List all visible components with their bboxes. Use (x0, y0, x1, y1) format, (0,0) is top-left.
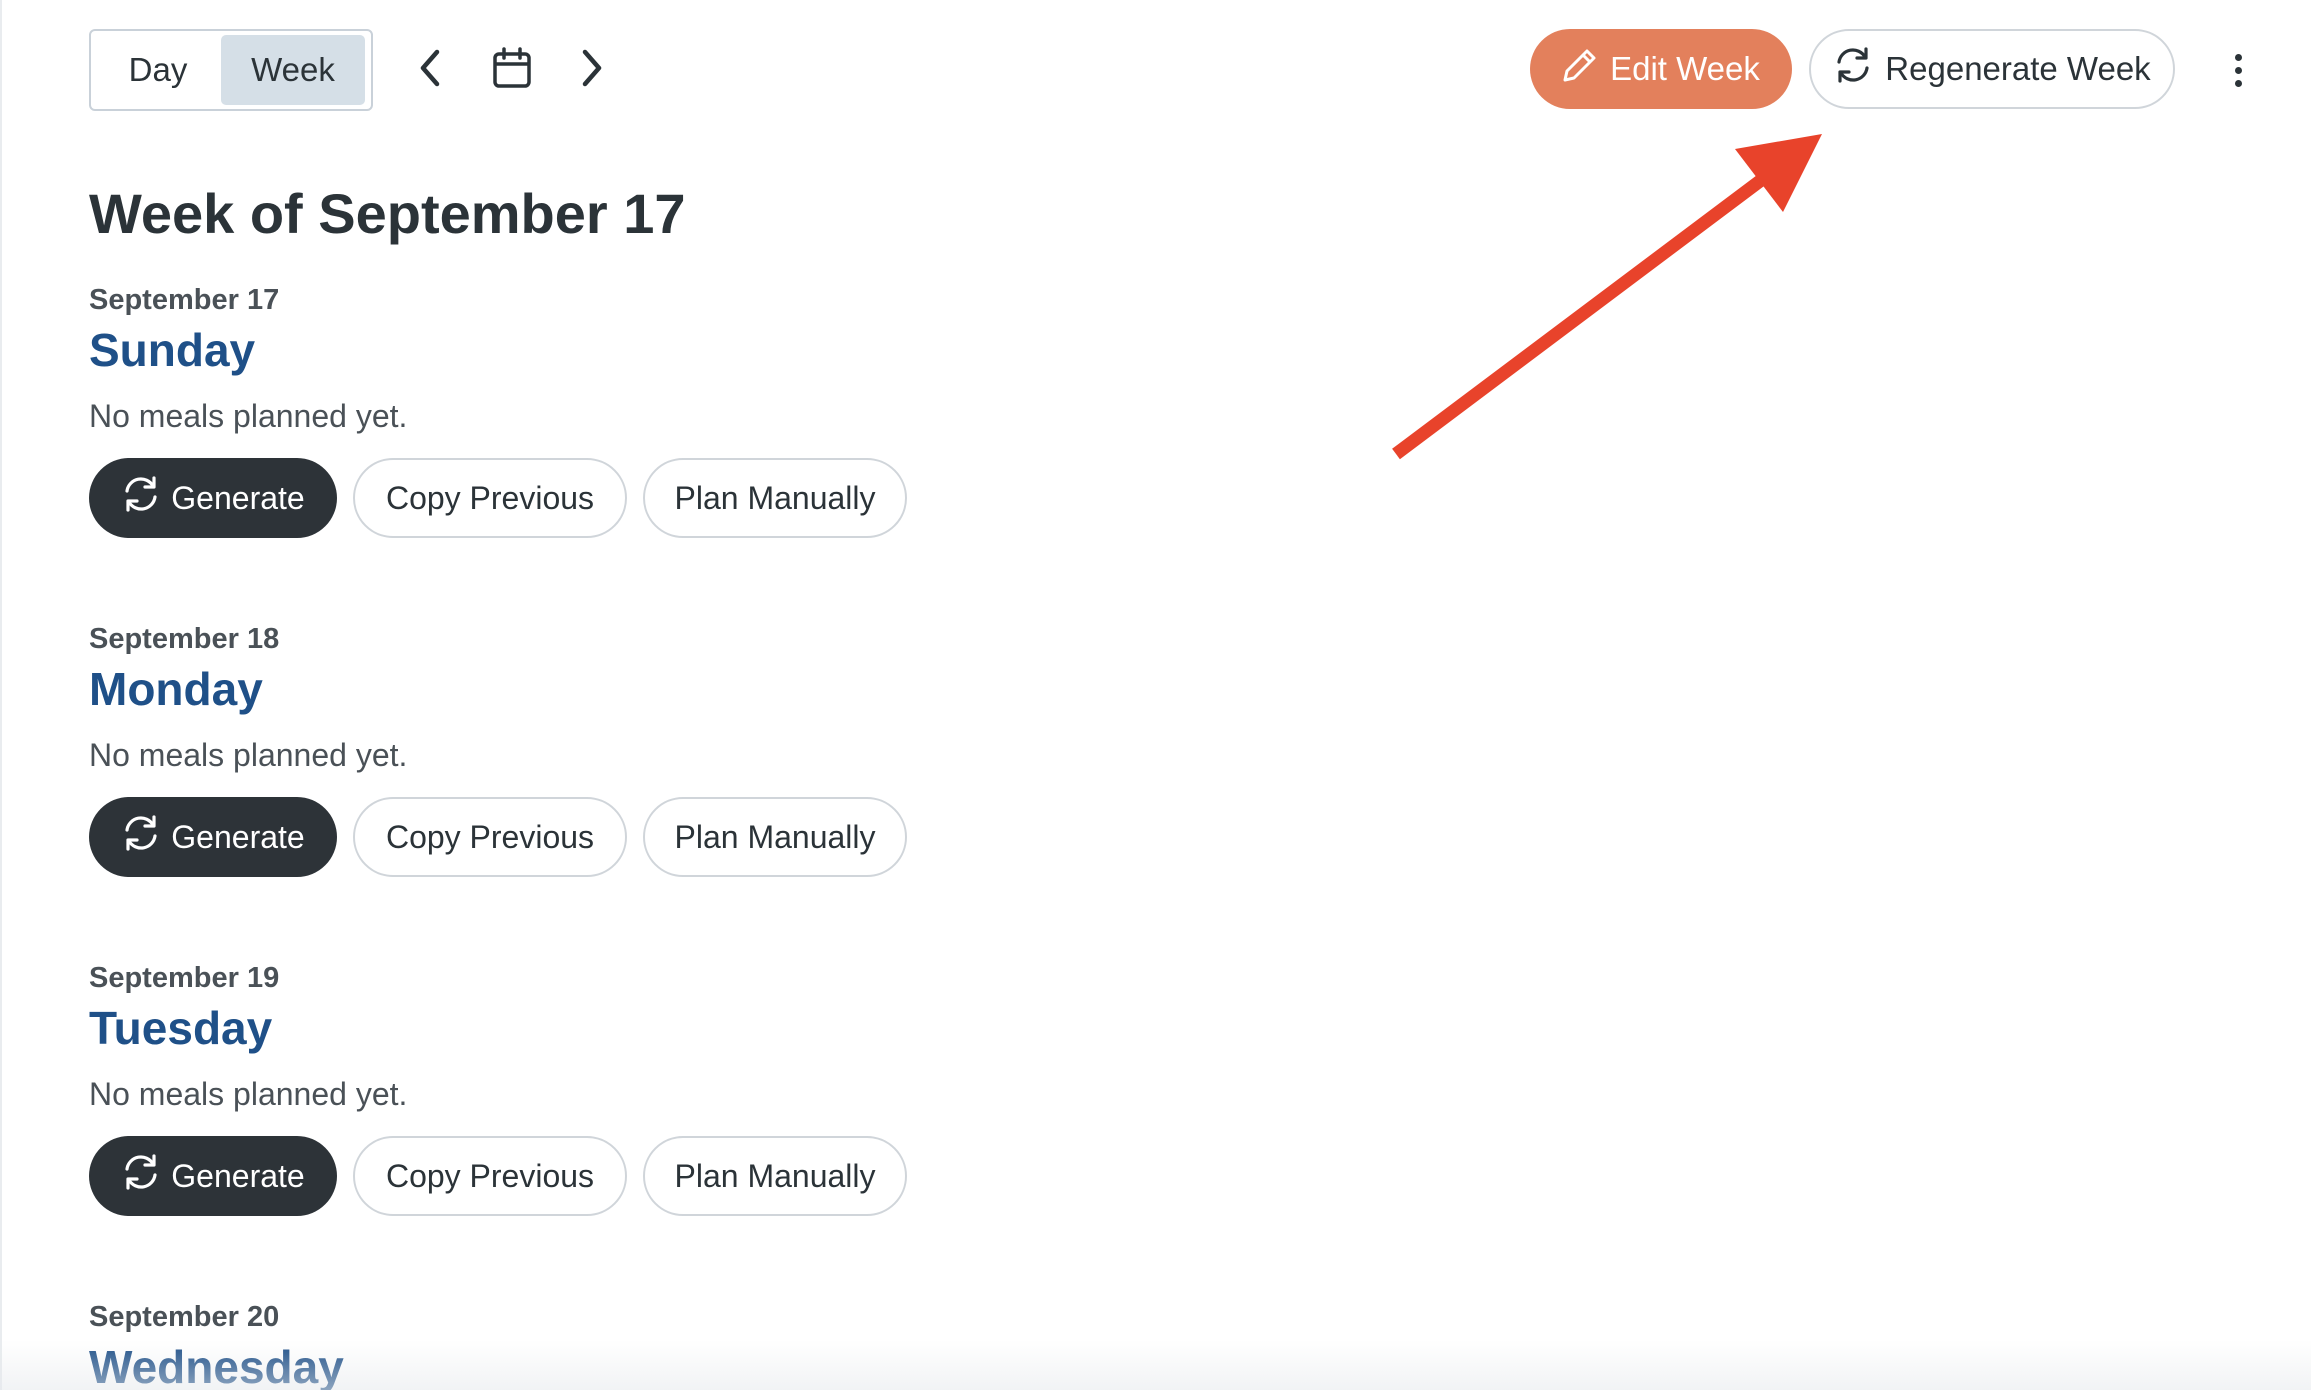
generate-button[interactable]: Generate (89, 797, 337, 877)
day-view-button[interactable]: Day (95, 35, 221, 105)
day-actions: Generate Copy Previous Plan Manually (89, 797, 907, 877)
generate-button[interactable]: Generate (89, 1136, 337, 1216)
view-toggle: Day Week (89, 29, 373, 111)
refresh-icon (121, 1152, 161, 1200)
plan-manually-button[interactable]: Plan Manually (643, 1136, 907, 1216)
edit-week-button[interactable]: Edit Week (1530, 29, 1792, 109)
scroll-fade (0, 1340, 2311, 1390)
empty-state-text: No meals planned yet. (89, 398, 408, 434)
generate-button[interactable]: Generate (89, 458, 337, 538)
day-actions: Generate Copy Previous Plan Manually (89, 458, 907, 538)
plan-manually-button[interactable]: Plan Manually (643, 458, 907, 538)
generate-label: Generate (171, 1157, 305, 1194)
refresh-icon (121, 813, 161, 861)
generate-label: Generate (171, 818, 305, 855)
day-actions: Generate Copy Previous Plan Manually (89, 1136, 907, 1216)
divider (0, 0, 2, 1390)
page-title: Week of September 17 (89, 182, 686, 245)
plan-manually-button[interactable]: Plan Manually (643, 797, 907, 877)
day-name[interactable]: Sunday (89, 320, 255, 380)
copy-previous-button[interactable]: Copy Previous (353, 1136, 627, 1216)
day-name[interactable]: Wednesday (89, 1337, 344, 1390)
more-vertical-icon[interactable] (2218, 44, 2258, 96)
day-date: September 20 (89, 1301, 280, 1333)
pencil-icon (1562, 47, 1598, 91)
page: Day Week Edit Week Regenerate Week Week … (0, 0, 2311, 1390)
refresh-icon (121, 474, 161, 522)
day-date: September 19 (89, 962, 280, 994)
regenerate-week-button[interactable]: Regenerate Week (1809, 29, 2175, 109)
empty-state-text: No meals planned yet. (89, 737, 408, 773)
day-name[interactable]: Tuesday (89, 998, 272, 1058)
day-name[interactable]: Monday (89, 659, 263, 719)
day-date: September 17 (89, 284, 280, 316)
week-view-button[interactable]: Week (221, 35, 365, 105)
copy-previous-button[interactable]: Copy Previous (353, 458, 627, 538)
refresh-icon (1833, 45, 1873, 93)
copy-previous-button[interactable]: Copy Previous (353, 797, 627, 877)
chevron-left-icon[interactable] (400, 38, 460, 98)
calendar-icon[interactable] (482, 38, 542, 98)
regenerate-week-label: Regenerate Week (1885, 50, 2151, 87)
chevron-right-icon[interactable] (562, 38, 622, 98)
generate-label: Generate (171, 479, 305, 516)
empty-state-text: No meals planned yet. (89, 1076, 408, 1112)
day-date: September 18 (89, 623, 280, 655)
edit-week-label: Edit Week (1610, 50, 1760, 87)
